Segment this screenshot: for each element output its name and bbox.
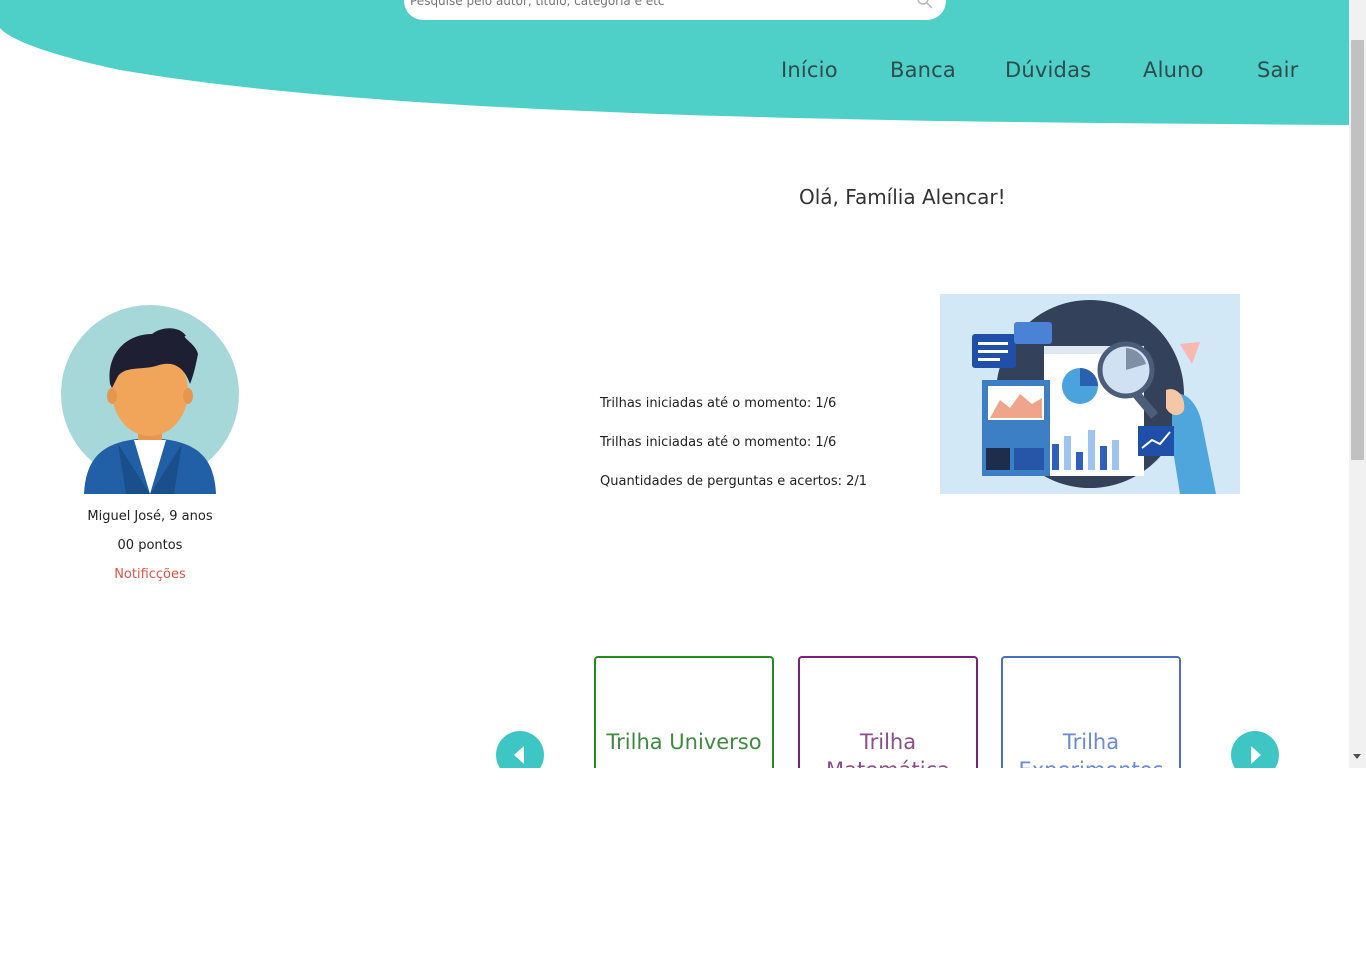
search-icon[interactable] <box>916 0 934 10</box>
search-bar <box>404 0 946 20</box>
trail-card-experimentos[interactable]: Trilha Experimentos <box>1001 656 1181 768</box>
student-avatar <box>61 305 239 494</box>
carousel-prev-button[interactable] <box>496 731 544 768</box>
trail-card-title: Trilha Matemática <box>826 730 950 768</box>
main-nav: Início Banca Dúvidas Aluno Sair <box>0 58 1350 88</box>
nav-inicio[interactable]: Início <box>781 58 838 82</box>
notifications-link[interactable]: Notificções <box>50 567 250 582</box>
carousel-next-button[interactable] <box>1231 731 1279 768</box>
stat-trails-started: Trilhas iniciadas até o momento: 1/6 <box>600 396 837 411</box>
page-viewport: Início Banca Dúvidas Aluno Sair Olá, Fam… <box>0 0 1366 768</box>
trail-card-universo[interactable]: Trilha Universo <box>594 656 774 768</box>
analytics-illustration <box>940 294 1240 494</box>
search-input[interactable] <box>408 0 912 20</box>
trail-card-title: Trilha Universo <box>606 730 762 754</box>
stat-trails-started-2: Trilhas iniciadas até o momento: 1/6 <box>600 435 837 450</box>
vertical-scrollbar[interactable] <box>1349 0 1366 768</box>
trail-card-title: Trilha Experimentos <box>1018 730 1163 768</box>
nav-duvidas[interactable]: Dúvidas <box>1005 58 1091 82</box>
nav-sair[interactable]: Sair <box>1257 58 1298 82</box>
greeting-title: Olá, Família Alencar! <box>799 185 1006 209</box>
scroll-down-arrow-icon[interactable] <box>1353 754 1361 759</box>
stat-questions-answers: Quantidades de perguntas e acertos: 2/1 <box>600 474 868 489</box>
student-name: Miguel José, 9 anos <box>87 509 213 524</box>
trail-card-matematica[interactable]: Trilha Matemática <box>798 656 978 768</box>
student-points: 00 pontos <box>117 538 183 553</box>
nav-banca[interactable]: Banca <box>890 58 956 82</box>
scrollbar-thumb[interactable] <box>1351 40 1364 460</box>
nav-aluno[interactable]: Aluno <box>1143 58 1204 82</box>
